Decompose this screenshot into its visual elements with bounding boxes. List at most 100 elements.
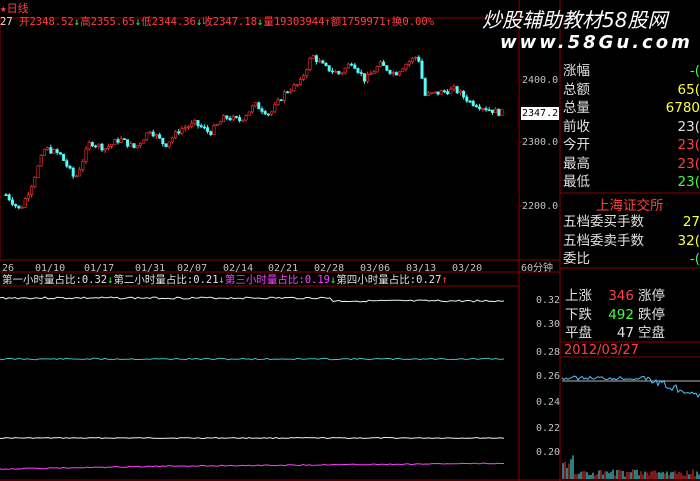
- candle-body: [4, 194, 8, 196]
- candle-body: [292, 84, 296, 92]
- indicator-axis-label: 0.26: [536, 371, 561, 382]
- candle-body: [369, 73, 373, 75]
- quote-row: 最低 23(: [563, 174, 700, 190]
- quote-row: 涨幅 -(: [563, 63, 700, 79]
- chart-name: 日线: [6, 2, 29, 15]
- volume-value: 量19303944: [263, 16, 325, 28]
- indicator-line: [0, 296, 505, 303]
- candle-body: [414, 56, 418, 59]
- candle-body: [247, 111, 251, 116]
- candle-body: [356, 68, 360, 73]
- mini-intraday-chart: [561, 375, 700, 479]
- candle-body: [71, 167, 75, 177]
- arrow-up-icon: ↑: [441, 274, 448, 286]
- candle-body: [74, 175, 78, 178]
- order-row: 五档委买手数 27: [563, 214, 700, 230]
- price-label-2300: 2300.0: [522, 137, 559, 148]
- candle-body: [241, 119, 245, 122]
- candle-body: [359, 72, 363, 74]
- indicator-item-4: 第四小时量占比:0.27: [336, 274, 442, 286]
- candle-body: [215, 123, 219, 126]
- candle-body: [474, 105, 478, 108]
- candle-body: [481, 108, 485, 110]
- candle-body: [458, 90, 462, 94]
- candle-body: [455, 86, 459, 94]
- candle-body: [55, 149, 59, 153]
- candle-body: [132, 143, 136, 148]
- candle-body: [174, 131, 178, 139]
- indicator-axis-label: 0.20: [536, 447, 561, 458]
- candle-body: [23, 198, 27, 208]
- candle-body: [394, 72, 398, 76]
- candle-body: [257, 102, 261, 110]
- candle-body: [401, 68, 405, 73]
- candle-body: [286, 91, 290, 94]
- candle-body: [295, 84, 299, 86]
- candle-body: [340, 72, 344, 75]
- order-row: 委比 -(: [563, 251, 700, 267]
- candle-body: [439, 90, 443, 95]
- order-panel: 五档委买手数 27 五档委卖手数 32( 委比 -(: [563, 213, 700, 269]
- candle-body: [186, 126, 190, 129]
- candle-body: [346, 63, 350, 69]
- candle-body: [87, 142, 91, 150]
- candle-body: [7, 194, 11, 201]
- candle-body: [343, 67, 347, 74]
- candle-body: [321, 60, 325, 64]
- indicator-axis-label: 0.32: [536, 295, 561, 306]
- candle-body: [164, 143, 168, 147]
- period-selector[interactable]: 60分钟: [521, 262, 553, 275]
- candle-body: [225, 115, 229, 119]
- candle-body: [94, 145, 98, 148]
- candle-body: [420, 61, 424, 79]
- close-value: 收2347.18: [202, 16, 258, 28]
- watermark-url: www.58Gu.com: [500, 32, 693, 53]
- candle-body: [167, 141, 171, 147]
- price-label-2400: 2400.0: [522, 75, 559, 86]
- low-value: 低2344.36: [141, 16, 196, 28]
- candle-body: [126, 139, 130, 147]
- candle-body: [378, 61, 382, 67]
- candle-body: [161, 137, 165, 144]
- candle-body: [39, 155, 43, 167]
- candle-body: [97, 143, 101, 147]
- candle-body: [273, 104, 277, 113]
- candle-body: [193, 120, 197, 124]
- candle-body: [218, 121, 222, 125]
- candle-body: [305, 69, 309, 77]
- candle-body: [327, 65, 331, 72]
- candle-body: [426, 92, 430, 96]
- candle-body: [362, 73, 366, 82]
- candle-body: [433, 91, 437, 94]
- candle-body: [17, 205, 21, 209]
- indicator-legend: 第一小时量占比:0.32↓第二小时量占比:0.21↓第三小时量占比:0.19↓第…: [2, 274, 448, 287]
- candle-body: [30, 186, 34, 196]
- candle-body: [465, 96, 469, 102]
- order-row: 五档委卖手数 32(: [563, 232, 700, 249]
- amount-value: 额1759971: [330, 16, 386, 28]
- candle-body: [78, 169, 82, 177]
- quote-row: 总量 6780: [563, 100, 700, 116]
- indicator-item-3: 第三小时量占比:0.19: [224, 274, 330, 286]
- indicator-series: [0, 296, 505, 470]
- candle-body: [119, 138, 123, 143]
- candle-body: [289, 90, 293, 93]
- quote-row: 今开 23(: [563, 137, 700, 153]
- exchange-label: 上海证交所: [596, 198, 664, 214]
- candle-body: [350, 63, 354, 66]
- candle-body: [106, 146, 110, 149]
- candle-body: [180, 128, 184, 134]
- candle-body: [231, 116, 235, 121]
- quote-row: 最高 23(: [563, 155, 700, 172]
- candle-body: [260, 108, 264, 112]
- candle-body: [279, 99, 283, 102]
- candle-body: [314, 55, 318, 62]
- mini-chart-date: 2012/03/27: [564, 343, 639, 358]
- date-label: 03/20: [452, 263, 483, 274]
- watermark-title: 炒股辅助教材58股网: [482, 8, 668, 32]
- candle-body: [238, 117, 242, 122]
- candle-body: [446, 91, 450, 95]
- candle-body: [151, 131, 155, 137]
- candle-body: [183, 127, 187, 130]
- candle-body: [452, 86, 456, 90]
